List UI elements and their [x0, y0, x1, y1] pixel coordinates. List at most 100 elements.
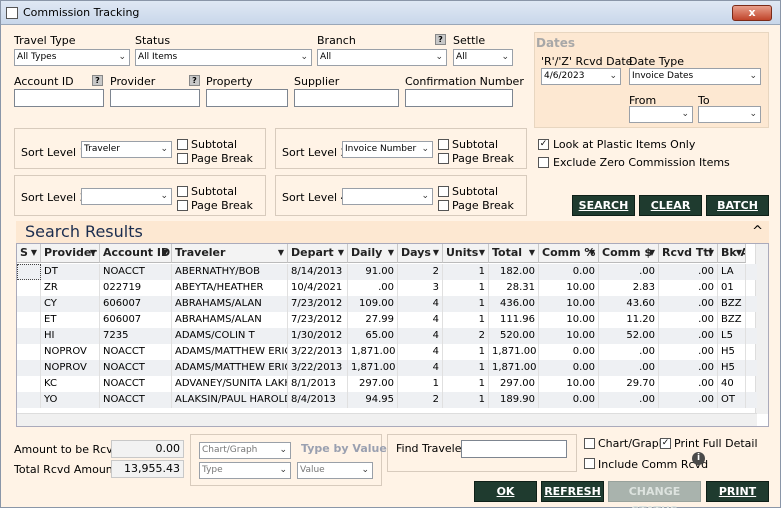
column-header[interactable]: Total ▼ [489, 244, 539, 263]
clear-button[interactable]: CLEAR [639, 195, 702, 216]
batch-button[interactable]: BATCH [706, 195, 769, 216]
find-traveler-input[interactable] [461, 440, 567, 458]
sort-arrow-icon[interactable]: ▼ [278, 244, 284, 262]
table-row[interactable]: DT NOACCT ABERNATHY/BOB 8/14/2013 91.00 2 1 182… [17, 264, 757, 280]
chevron-down-icon: ⌄ [681, 109, 689, 119]
date-type-select[interactable]: Invoice Dates ⌄ [629, 68, 761, 85]
sort-arrow-icon[interactable]: ▼ [31, 244, 37, 262]
branch-select[interactable]: All ⌄ [317, 49, 447, 66]
column-header[interactable]: Bk A▼ [718, 244, 746, 263]
sort-arrow-icon[interactable]: ▼ [479, 244, 485, 262]
travel-type-select[interactable]: All Types ⌄ [14, 49, 130, 66]
table-cell: ABRAHAMS/ALAN [172, 312, 288, 328]
settle-select[interactable]: All ⌄ [453, 49, 513, 66]
table-cell: .00 [659, 376, 718, 392]
info-icon[interactable]: i [692, 452, 705, 465]
column-header[interactable]: Comm $ ▼ [599, 244, 659, 263]
ok-button[interactable]: OK [474, 481, 537, 502]
plastic-items-checkbox[interactable]: ✓ [538, 139, 549, 150]
table-cell: 1 [443, 296, 489, 312]
sort1-subtotal-checkbox[interactable] [177, 139, 188, 150]
sort-level-3-select[interactable]: ⌄ [81, 188, 172, 205]
sort-arrow-icon[interactable]: ▼ [736, 244, 742, 262]
status-select[interactable]: All Items ⌄ [135, 49, 312, 66]
sort-arrow-icon[interactable]: ▼ [649, 244, 655, 262]
sort2-pagebreak-checkbox[interactable] [438, 153, 449, 164]
column-header[interactable]: S ▼ [17, 244, 41, 263]
total-rcvd-value: 13,955.43 [111, 460, 184, 478]
chevron-down-icon: ⌄ [749, 109, 757, 119]
sort3-subtotal-checkbox[interactable] [177, 186, 188, 197]
table-row[interactable]: KC NOACCT ADVANEY/SUNITA LAKH 8/1/2013 297.0… [17, 376, 757, 392]
confirmation-input[interactable] [405, 89, 513, 107]
provider-input[interactable] [110, 89, 200, 107]
branch-help-icon[interactable]: ? [435, 34, 446, 45]
table-row[interactable]: NOPROV NOACCT ADAMS/MATTHEW ERIC 3/22/2013 1… [17, 344, 757, 360]
column-header[interactable]: Daily ▼ [348, 244, 398, 263]
print-button[interactable]: PRINT [706, 481, 769, 502]
sort-arrow-icon[interactable]: ▼ [708, 244, 714, 262]
column-header[interactable]: Traveler ▼ [172, 244, 288, 263]
sort-arrow-icon[interactable]: ▼ [388, 244, 394, 262]
column-header[interactable]: Days ▼ [398, 244, 443, 263]
table-cell [17, 280, 41, 296]
column-header[interactable]: Rcvd Ttl ▼ [659, 244, 718, 263]
horizontal-scrollbar[interactable] [17, 413, 757, 426]
table-row[interactable]: NOPROV NOACCT ADAMS/MATTHEW ERIC 3/22/2013 1… [17, 360, 757, 376]
refresh-button[interactable]: REFRESH [541, 481, 604, 502]
table-row[interactable]: YO NOACCT ALAKSIN/PAUL HAROLD 8/4/2013 94.95… [17, 392, 757, 408]
rcvd-date-select[interactable]: 4/6/2023 ⌄ [541, 68, 621, 85]
collapse-icon[interactable]: ^ [752, 224, 763, 239]
sort1-pagebreak-checkbox[interactable] [177, 153, 188, 164]
status-value: All Items [138, 52, 178, 62]
account-id-input[interactable] [14, 89, 104, 107]
column-header[interactable]: Depart ▼ [288, 244, 348, 263]
column-header[interactable]: Units ▼ [443, 244, 489, 263]
sort-level-2-select[interactable]: Invoice Number ⌄ [342, 141, 433, 158]
chart-graph-checkbox[interactable] [584, 438, 595, 449]
chart-graph-select[interactable]: Chart/Graph ⌄ [199, 442, 291, 459]
column-header[interactable]: Provider ▼ [41, 244, 100, 263]
table-row[interactable]: ET 606007 ABRAHAMS/ALAN 7/23/2012 27.99 4 1 111… [17, 312, 757, 328]
table-row[interactable]: ZR 022719 ABEYTA/HEATHER 10/4/2021.00 3 1 28.3… [17, 280, 757, 296]
table-cell: 1 [443, 312, 489, 328]
table-cell: 111.96 [489, 312, 539, 328]
sort-arrow-icon[interactable]: ▼ [90, 244, 96, 262]
sort-level-1-panel: Sort Level 1 Traveler ⌄ Subtotal Page Bre… [14, 128, 266, 169]
close-button[interactable]: x [732, 5, 772, 21]
account-help-icon[interactable]: ? [92, 75, 103, 86]
sort-arrow-icon[interactable]: ▼ [338, 244, 344, 262]
table-cell: 4 [398, 328, 443, 344]
sort-level-4-select[interactable]: ⌄ [342, 188, 433, 205]
search-button[interactable]: SEARCH [572, 195, 635, 216]
exclude-zero-checkbox[interactable] [538, 157, 549, 168]
sort-arrow-icon[interactable]: ▼ [433, 244, 439, 262]
property-input[interactable] [206, 89, 288, 107]
sort4-subtotal-checkbox[interactable] [438, 186, 449, 197]
change-status-button[interactable]: CHANGE STATUS [608, 481, 701, 508]
table-row[interactable]: CY 606007 ABRAHAMS/ALAN 7/23/2012 109.00 4 1 43… [17, 296, 757, 312]
table-row[interactable]: HI 7235 ADAMS/COLIN T 1/30/2012 65.00 4 2 520.0… [17, 328, 757, 344]
table-cell: 1 [443, 344, 489, 360]
table-cell: 52.00 [599, 328, 659, 344]
column-header[interactable]: Account ID ▼ [100, 244, 172, 263]
sort-arrow-icon[interactable]: ▼ [162, 244, 168, 262]
sort-level-1-select[interactable]: Traveler ⌄ [81, 141, 172, 158]
to-date-select[interactable]: ⌄ [698, 106, 761, 123]
plastic-items-label: Look at Plastic Items Only [553, 138, 696, 151]
type-select[interactable]: Type ⌄ [199, 462, 291, 479]
sort-arrow-icon[interactable]: ▼ [589, 244, 595, 262]
from-date-select[interactable]: ⌄ [629, 106, 693, 123]
table-cell: ALAKSIN/PAUL HAROLD [172, 392, 288, 408]
include-comm-checkbox[interactable] [584, 458, 595, 469]
sort3-pagebreak-checkbox[interactable] [177, 200, 188, 211]
value-select[interactable]: Value ⌄ [297, 462, 373, 479]
sort-arrow-icon[interactable]: ▼ [529, 244, 535, 262]
column-header[interactable]: Comm % ▼ [539, 244, 599, 263]
table-cell: LA [718, 264, 746, 280]
provider-help-icon[interactable]: ? [189, 75, 200, 86]
supplier-input[interactable] [294, 89, 399, 107]
print-full-detail-checkbox[interactable]: ✓ [660, 438, 671, 449]
sort2-subtotal-checkbox[interactable] [438, 139, 449, 150]
sort4-pagebreak-checkbox[interactable] [438, 200, 449, 211]
